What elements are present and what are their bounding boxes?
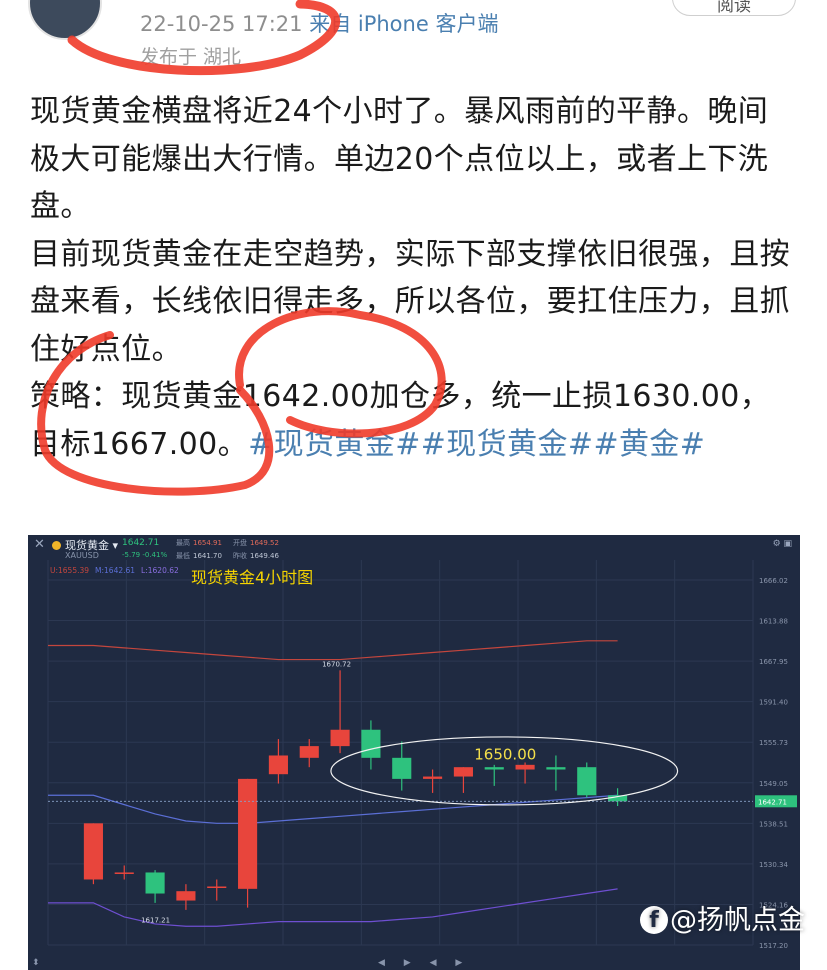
chart-title: 现货黄金4小时图 (191, 568, 314, 587)
post-paragraph-1: 现货黄金横盘将近24个小时了。暴风雨前的平静。晚间极大可能爆出大行情。单边20个… (30, 94, 769, 224)
candle-body (83, 823, 103, 880)
post-time-value: 22-10-25 17:21 (140, 12, 303, 36)
hashtag-3[interactable]: #黄金# (593, 427, 705, 462)
bb-mid-label: M:1642.61 (95, 566, 136, 575)
bollinger-legend: U:1655.39 M:1642.61 L:1620.62 (50, 566, 185, 575)
candle-body (577, 767, 597, 796)
y-tick-label: 1530.34 (759, 861, 788, 869)
chart-toolbar-icons[interactable]: ⚙ ▣ (773, 539, 792, 549)
candle-body (114, 872, 134, 874)
chart-change: -5.79 -0.41% (122, 551, 168, 559)
y-tick-label: 1549.05 (759, 780, 788, 788)
avatar[interactable] (28, 0, 102, 40)
bollinger-upper-line (48, 640, 618, 661)
watermark-text: @扬帆点金 (670, 905, 805, 936)
y-tick-label: 1666.02 (759, 577, 788, 585)
hashtag-1[interactable]: #现货黄金# (248, 427, 421, 462)
post-paragraph-3: 策略：现货黄金1642.00加仓多，统一止损1630.00，目标1667.00。… (30, 373, 798, 468)
candle-body (176, 891, 196, 901)
candle-body (392, 757, 412, 779)
watermark: f @扬帆点金 (640, 898, 805, 937)
bollinger-middle-line (48, 794, 618, 824)
candle-body (145, 872, 165, 894)
last-price-label: 1642.71 (758, 798, 787, 806)
y-tick-label: 1591.40 (759, 699, 788, 707)
high-price-label: 1670.72 (322, 660, 351, 668)
candle-body (299, 746, 319, 758)
candle-body (423, 776, 443, 779)
post-source[interactable]: 来自 iPhone 客户端 (309, 12, 498, 36)
post-body: 现货黄金横盘将近24个小时了。暴风雨前的平静。晚间极大可能爆出大行情。单边20个… (30, 88, 798, 468)
post-location: 发布于 湖北 (140, 46, 242, 68)
y-tick-label: 1538.51 (759, 820, 788, 828)
chart-last-price: 1642.71 (122, 538, 160, 548)
chart-close-icon[interactable]: ✕ (34, 537, 45, 552)
candle-body (484, 767, 504, 770)
stat-high: 最高 1654.91 (176, 539, 222, 547)
candle-body (361, 729, 381, 758)
hashtag-2[interactable]: #现货黄金# (421, 427, 594, 462)
low-price-label: 1617.21 (141, 917, 170, 925)
y-tick-label: 1613.88 (759, 618, 788, 626)
y-tick-label: 1555.73 (759, 739, 788, 747)
candle-body (238, 778, 258, 889)
post-paragraph-2: 目前现货黄金在走空趋势，实际下部支撑依旧很强，且按盘来看，长线依旧得走多，所以各… (30, 236, 790, 367)
gold-coin-icon (52, 541, 61, 550)
stat-open: 开盘 1649.52 (233, 539, 279, 547)
post-time: 22-10-25 17:21 来自 iPhone 客户端 (140, 8, 498, 38)
y-tick-label: 1667.95 (759, 658, 788, 666)
candle-body (207, 886, 227, 889)
stat-low: 最低 1641.70 (176, 552, 222, 560)
facebook-icon: f (640, 906, 668, 934)
chart-pager[interactable]: ◀ ▶ ◀ ▶ (378, 958, 470, 968)
read-button[interactable]: 阅读 (672, 0, 796, 16)
candle-body (546, 767, 566, 770)
bb-upper-label: U:1655.39 (50, 566, 90, 575)
candle-body (268, 755, 288, 775)
candle-body (330, 729, 350, 747)
y-tick-label: 1517.20 (759, 942, 788, 950)
candle-body (515, 764, 535, 770)
candle-body (453, 767, 473, 777)
stat-prev-close: 昨收 1649.46 (233, 552, 279, 560)
annotation-label: 1650.00 (474, 746, 536, 764)
chart-symbol-code: XAUUSD (65, 551, 99, 560)
chart-expand-icon[interactable]: ⬍ (32, 958, 40, 968)
bollinger-lower-line (48, 888, 618, 927)
bb-lower-label: L:1620.62 (141, 566, 179, 575)
